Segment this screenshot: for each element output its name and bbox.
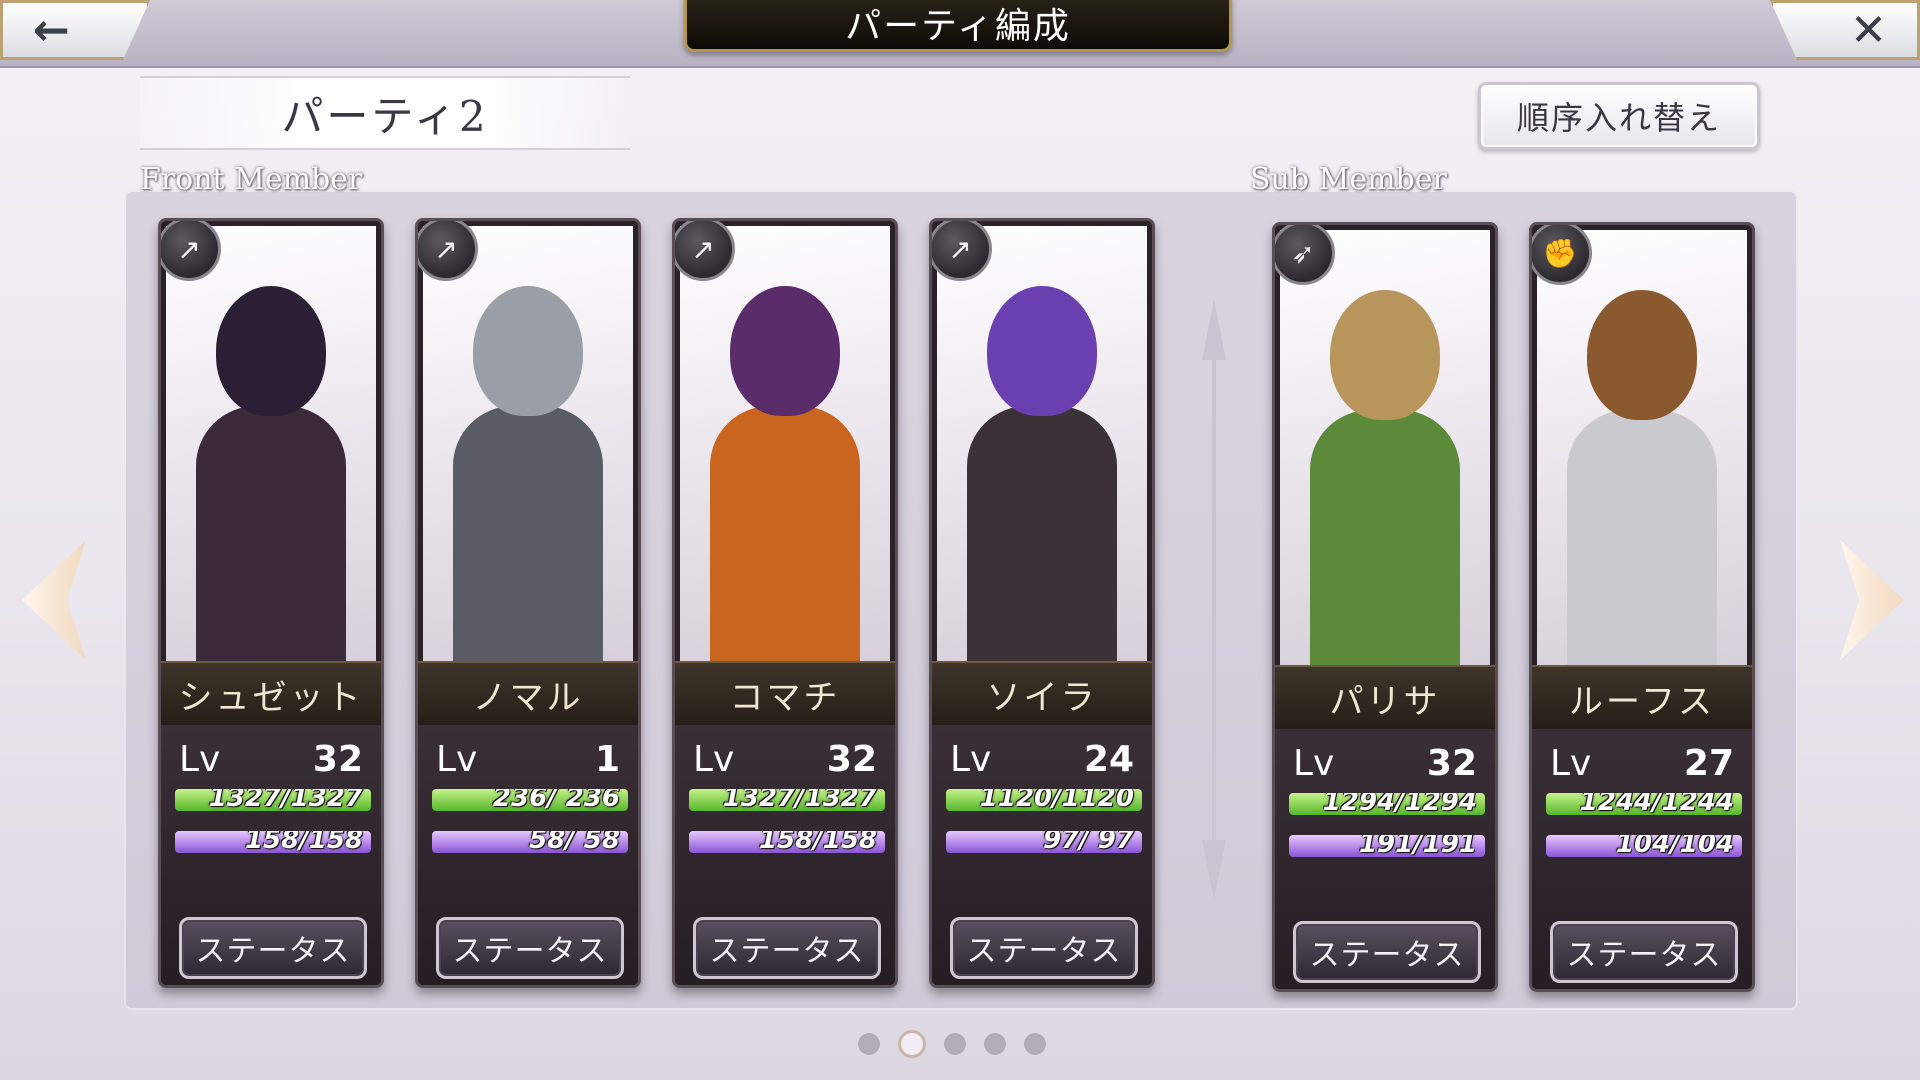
character-name: ルーフス <box>1532 665 1752 731</box>
mp-value: 97/ 97 <box>1043 831 1134 853</box>
character-stats: Lv 24 1120/1120 97/ 97 ステータス <box>932 725 1152 985</box>
front-member-card[interactable]: ↗ コマチ Lv 32 1327/1327 158/158 ステータス <box>672 218 898 988</box>
mp-value: 191/191 <box>1358 835 1477 857</box>
hp-bar: 1327/1327 <box>175 789 371 811</box>
hp-bar: 1244/1244 <box>1546 793 1742 815</box>
mp-bar: 97/ 97 <box>946 831 1142 853</box>
sub-member-card[interactable]: ✊ ルーフス Lv 27 1244/1244 104/104 ステータス <box>1529 222 1755 992</box>
character-portrait <box>423 226 633 666</box>
level-label: Lv <box>693 738 735 780</box>
level-label: Lv <box>1293 742 1335 784</box>
hp-bar: 236/ 236 <box>432 789 628 811</box>
front-member-card[interactable]: ↗ シュゼット Lv 32 1327/1327 158/158 ステータス <box>158 218 384 988</box>
screen-title: パーティ編成 <box>684 0 1232 52</box>
page-dot[interactable] <box>1024 1033 1046 1055</box>
page-dot[interactable] <box>858 1033 880 1055</box>
level-value: 32 <box>312 738 363 780</box>
page-dot-active[interactable] <box>898 1030 926 1058</box>
arrow-left-icon: ← <box>33 4 70 56</box>
mp-value: 58/ 58 <box>529 831 620 853</box>
character-stats: Lv 1 236/ 236 58/ 58 ステータス <box>418 725 638 985</box>
level-value: 1 <box>594 738 620 780</box>
character-stats: Lv 32 1327/1327 158/158 ステータス <box>161 725 381 985</box>
sub-member-card[interactable]: ➶ パリサ Lv 32 1294/1294 191/191 ステータス <box>1272 222 1498 992</box>
character-name: コマチ <box>675 661 895 727</box>
front-member-card[interactable]: ↗ ノマル Lv 1 236/ 236 58/ 58 ステータス <box>415 218 641 988</box>
status-button[interactable]: ステータス <box>436 917 624 979</box>
character-stats: Lv 32 1327/1327 158/158 ステータス <box>675 725 895 985</box>
character-portrait <box>1280 230 1490 670</box>
level-label: Lv <box>1550 742 1592 784</box>
front-member-label: Front Member <box>140 162 363 197</box>
fist-icon: ✊ <box>1532 225 1592 285</box>
spear-icon: ↗ <box>675 221 735 281</box>
status-button[interactable]: ステータス <box>179 917 367 979</box>
front-sub-divider <box>1202 300 1226 900</box>
mp-value: 104/104 <box>1615 835 1734 857</box>
hp-value: 1327/1327 <box>722 789 877 811</box>
mp-value: 158/158 <box>758 831 877 853</box>
character-portrait <box>166 226 376 666</box>
spear-icon: ↗ <box>161 221 221 281</box>
mp-bar: 158/158 <box>689 831 885 853</box>
character-name: ノマル <box>418 661 638 727</box>
chevron-right-icon[interactable] <box>1840 540 1904 660</box>
page-indicator <box>858 1030 1046 1058</box>
hp-value: 1294/1294 <box>1322 793 1477 815</box>
hp-value: 1244/1244 <box>1579 793 1734 815</box>
hp-value: 236/ 236 <box>492 789 620 811</box>
hp-value: 1327/1327 <box>208 789 363 811</box>
hp-value: 1120/1120 <box>979 789 1134 811</box>
spear-icon: ↗ <box>932 221 992 281</box>
hp-bar: 1327/1327 <box>689 789 885 811</box>
level-label: Lv <box>179 738 221 780</box>
character-name: ソイラ <box>932 661 1152 727</box>
page-dot[interactable] <box>984 1033 1006 1055</box>
mp-bar: 158/158 <box>175 831 371 853</box>
chevron-left-icon[interactable] <box>22 540 86 660</box>
hp-bar: 1120/1120 <box>946 789 1142 811</box>
status-button[interactable]: ステータス <box>950 917 1138 979</box>
character-stats: Lv 32 1294/1294 191/191 ステータス <box>1275 729 1495 989</box>
level-value: 27 <box>1683 742 1734 784</box>
level-value: 32 <box>1426 742 1477 784</box>
character-portrait <box>937 226 1147 666</box>
page-dot[interactable] <box>944 1033 966 1055</box>
hp-bar: 1294/1294 <box>1289 793 1485 815</box>
status-button[interactable]: ステータス <box>1550 921 1738 983</box>
sub-member-label: Sub Member <box>1250 162 1447 197</box>
status-button[interactable]: ステータス <box>1293 921 1481 983</box>
level-value: 32 <box>826 738 877 780</box>
status-button[interactable]: ステータス <box>693 917 881 979</box>
character-portrait <box>680 226 890 666</box>
mp-value: 158/158 <box>244 831 363 853</box>
close-x-icon: ✕ <box>1850 4 1887 56</box>
party-name: パーティ2 <box>140 76 630 150</box>
level-label: Lv <box>950 738 992 780</box>
front-member-card[interactable]: ↗ ソイラ Lv 24 1120/1120 97/ 97 ステータス <box>929 218 1155 988</box>
character-name: シュゼット <box>161 661 381 727</box>
character-stats: Lv 27 1244/1244 104/104 ステータス <box>1532 729 1752 989</box>
mp-bar: 104/104 <box>1546 835 1742 857</box>
mp-bar: 191/191 <box>1289 835 1485 857</box>
mp-bar: 58/ 58 <box>432 831 628 853</box>
spear-icon: ↗ <box>418 221 478 281</box>
level-label: Lv <box>436 738 478 780</box>
character-portrait <box>1537 230 1747 670</box>
character-name: パリサ <box>1275 665 1495 731</box>
reorder-button[interactable]: 順序入れ替え <box>1478 82 1760 150</box>
level-value: 24 <box>1083 738 1134 780</box>
bow-icon: ➶ <box>1275 225 1335 285</box>
